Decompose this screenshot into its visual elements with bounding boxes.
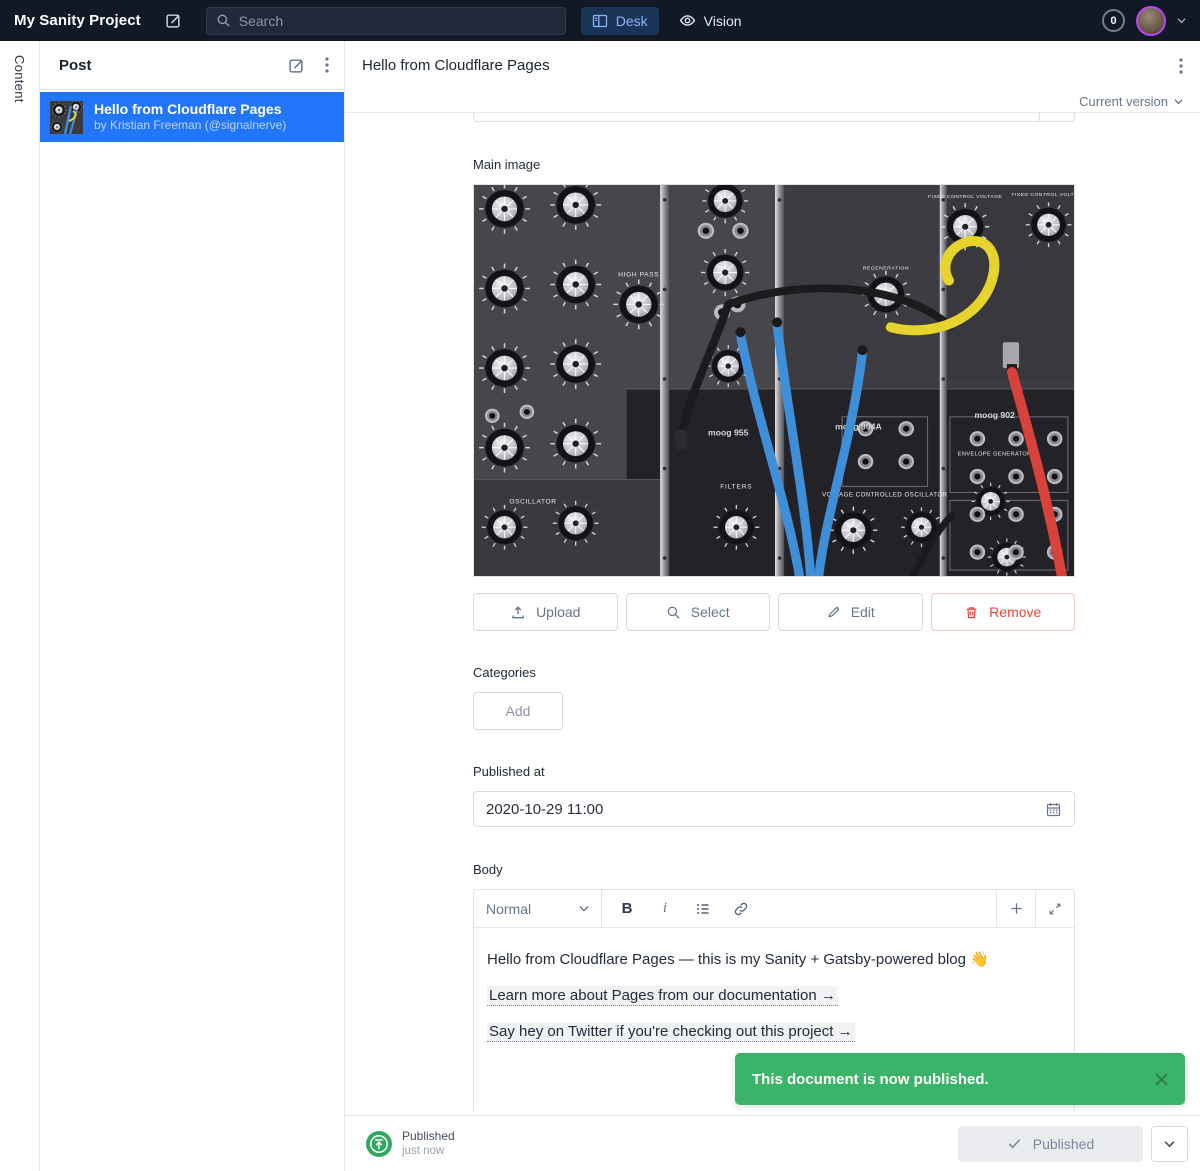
link-button[interactable] <box>722 890 760 927</box>
trash-icon <box>964 605 979 620</box>
post-item-thumbnail <box>50 101 83 134</box>
close-icon[interactable] <box>1155 1073 1168 1086</box>
body-link-twitter[interactable]: Say hey on Twitter if you're checking ou… <box>487 1022 855 1042</box>
upload-button[interactable]: Upload <box>473 593 618 631</box>
publish-status-title: Published <box>402 1129 455 1144</box>
svg-text:moog 904A: moog 904A <box>835 422 882 432</box>
select-button[interactable]: Select <box>626 593 771 631</box>
published-at-value: 2020-10-29 11:00 <box>486 801 603 818</box>
version-selector[interactable]: Current version <box>345 90 1200 113</box>
document-title: Hello from Cloudflare Pages <box>362 57 550 74</box>
document-footer: Published just now Published <box>345 1115 1200 1171</box>
version-label: Current version <box>1079 94 1168 109</box>
menu-dots-icon[interactable] <box>325 57 329 73</box>
document-scroll-area[interactable]: Main image <box>345 113 1200 1115</box>
pencil-icon <box>826 605 841 620</box>
style-select[interactable]: Normal <box>474 890 602 927</box>
check-icon <box>1007 1136 1022 1151</box>
body-label: Body <box>473 862 1075 877</box>
avatar[interactable] <box>1136 6 1166 36</box>
slug-field-partial[interactable] <box>473 113 1075 122</box>
search-icon <box>216 13 231 28</box>
post-panel-header: Post <box>40 41 344 90</box>
publish-button[interactable]: Published <box>958 1126 1143 1162</box>
edit-label: Edit <box>851 604 875 620</box>
calendar-icon[interactable] <box>1045 801 1062 818</box>
published-at-label: Published at <box>473 764 1075 779</box>
content-rail-label[interactable]: Content <box>12 55 27 103</box>
desk-tab-label: Desk <box>616 13 648 29</box>
categories-label: Categories <box>473 665 1075 680</box>
toast-message: This document is now published. <box>752 1071 989 1088</box>
add-category-button[interactable]: Add <box>473 692 563 730</box>
search-placeholder: Search <box>239 13 283 29</box>
chevron-down-icon <box>579 905 589 912</box>
document-header: Hello from Cloudflare Pages <box>345 41 1200 90</box>
remove-label: Remove <box>989 604 1041 620</box>
post-item-title: Hello from Cloudflare Pages <box>94 101 286 118</box>
svg-text:moog 955: moog 955 <box>708 428 749 438</box>
tab-vision[interactable]: Vision <box>679 12 742 29</box>
svg-text:REGENERATION: REGENERATION <box>863 266 909 272</box>
tab-desk[interactable]: Desk <box>581 7 659 35</box>
search-icon <box>666 605 681 620</box>
select-label: Select <box>691 604 730 620</box>
insert-block-button[interactable] <box>996 890 1035 927</box>
vision-tab-label: Vision <box>704 13 742 29</box>
style-select-value: Normal <box>486 901 531 917</box>
post-item-subtitle: by Kristian Freeman (@signalnerve) <box>94 118 286 133</box>
chevron-down-icon <box>1174 98 1183 105</box>
main-image-preview[interactable]: HIGH PASS FIXED CONTROL VOLTAGE FIXED CO… <box>473 184 1075 577</box>
publish-status-time: just now <box>402 1144 455 1158</box>
post-list-panel: Post Hello from Cloudflare <box>40 41 345 1171</box>
svg-text:FILTERS: FILTERS <box>720 484 752 491</box>
main-image-photo: HIGH PASS FIXED CONTROL VOLTAGE FIXED CO… <box>474 185 1074 576</box>
expand-editor-button[interactable] <box>1035 890 1074 927</box>
upload-icon <box>510 604 526 620</box>
notifications-badge[interactable]: 0 <box>1102 9 1125 32</box>
image-actions: Upload Select Edit <box>473 593 1075 631</box>
document-pane: Hello from Cloudflare Pages Current vers… <box>345 41 1200 1171</box>
svg-text:ENVELOPE GENERATOR: ENVELOPE GENERATOR <box>958 452 1032 458</box>
svg-text:VOLTAGE CONTROLLED OSCILLATOR: VOLTAGE CONTROLLED OSCILLATOR <box>822 492 948 498</box>
sanity-studio: My Sanity Project Search Desk Vision 0 <box>0 0 1200 1171</box>
search-input[interactable]: Search <box>206 7 566 35</box>
svg-text:OSCILLATOR: OSCILLATOR <box>509 498 556 505</box>
publish-menu-button[interactable] <box>1151 1126 1188 1162</box>
new-document-icon[interactable] <box>288 57 305 74</box>
publish-button-label: Published <box>1033 1136 1095 1152</box>
bullet-list-button[interactable] <box>684 890 722 927</box>
publish-status-icon <box>366 1131 392 1157</box>
post-panel-title: Post <box>59 57 92 74</box>
top-navbar: My Sanity Project Search Desk Vision 0 <box>0 0 1200 41</box>
svg-text:moog 902: moog 902 <box>975 410 1016 420</box>
svg-text:FIXED CONTROL VOLTAGE: FIXED CONTROL VOLTAGE <box>1012 192 1074 198</box>
body-link-documentation[interactable]: Learn more about Pages from our document… <box>487 986 838 1006</box>
published-toast: This document is now published. <box>735 1053 1185 1105</box>
content-rail: Content <box>0 41 40 1171</box>
desk-icon <box>592 13 608 29</box>
bold-button[interactable]: B <box>608 890 646 927</box>
project-title[interactable]: My Sanity Project <box>14 12 141 29</box>
svg-text:FIXED CONTROL VOLTAGE: FIXED CONTROL VOLTAGE <box>928 194 1002 200</box>
post-list-item-selected[interactable]: Hello from Cloudflare Pages by Kristian … <box>40 92 344 142</box>
document-menu-dots-icon[interactable] <box>1179 58 1183 74</box>
main-image-label: Main image <box>473 157 1075 172</box>
italic-button[interactable]: i <box>646 890 684 927</box>
body-paragraph: Hello from Cloudflare Pages — this is my… <box>487 949 1061 971</box>
navbar-right: 0 <box>1102 6 1186 36</box>
published-at-input[interactable]: 2020-10-29 11:00 <box>473 791 1075 827</box>
svg-text:HIGH PASS: HIGH PASS <box>618 272 659 279</box>
compose-icon[interactable] <box>165 12 182 29</box>
chevron-down-icon[interactable] <box>1177 17 1186 24</box>
remove-button[interactable]: Remove <box>931 593 1076 631</box>
edit-button[interactable]: Edit <box>778 593 923 631</box>
upload-label: Upload <box>536 604 580 620</box>
eye-icon <box>679 12 696 29</box>
editor-toolbar: Normal B i <box>474 890 1074 928</box>
